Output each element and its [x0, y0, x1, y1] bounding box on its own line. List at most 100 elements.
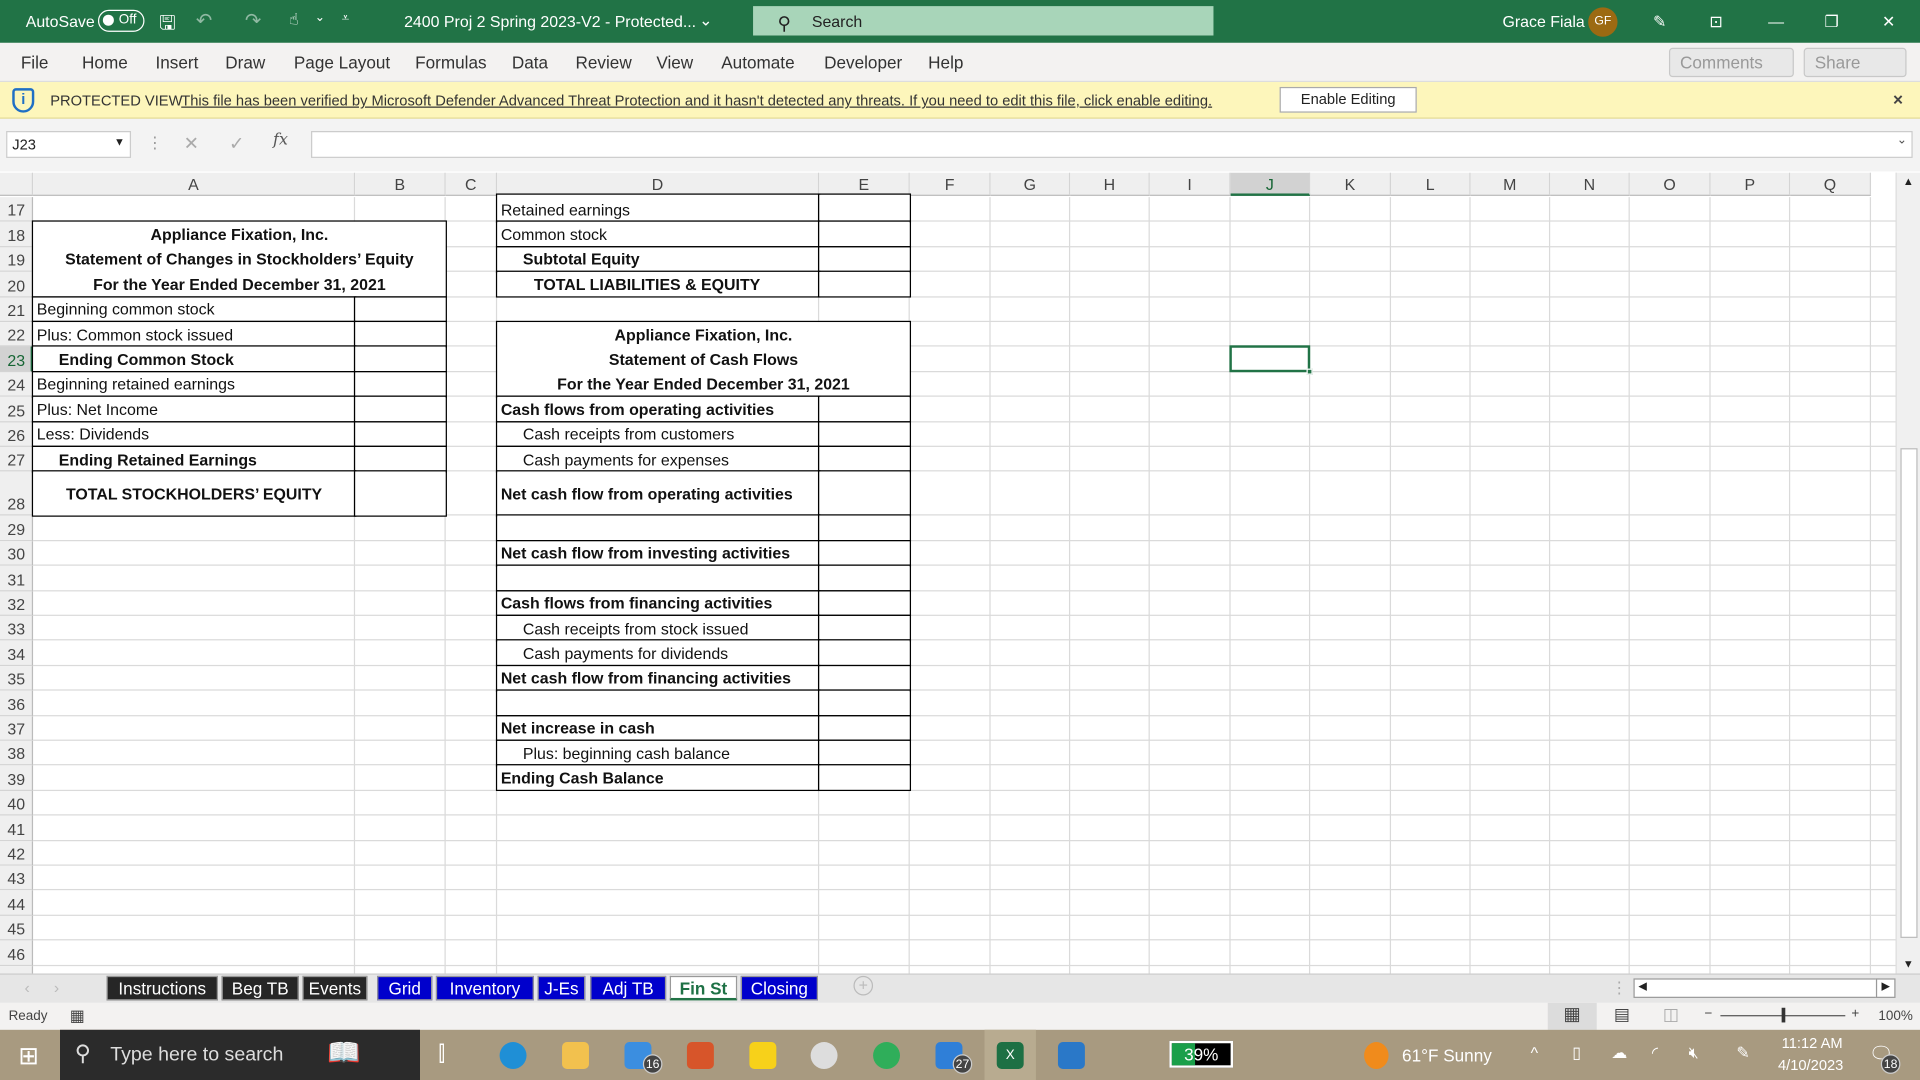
row-header-24[interactable]: 24 — [0, 371, 34, 397]
column-header-L[interactable]: L — [1391, 172, 1471, 196]
sheet-tab-events[interactable]: Events — [302, 975, 368, 1001]
cell-D38[interactable]: Plus: beginning cash balance — [497, 741, 819, 766]
zoom-level[interactable]: 100% — [1878, 1009, 1912, 1024]
cell-D20[interactable]: TOTAL LIABILITIES & EQUITY — [497, 272, 819, 297]
comments-button[interactable]: Comments — [1668, 47, 1794, 78]
row-header-19[interactable]: 19 — [0, 247, 34, 273]
row-header-32[interactable]: 32 — [0, 590, 34, 616]
user-name[interactable]: Grace Fiala — [1502, 12, 1584, 30]
column-header-B[interactable]: B — [355, 172, 446, 196]
title-chevron-icon[interactable]: ⌄ — [699, 11, 712, 31]
spreadsheet-grid[interactable]: A B C D E F G H I J K L M N O P Q 17 18 19 20 21 22 23 24 25 26 27 2… — [0, 172, 1896, 974]
cell-D32[interactable]: Cash flows from financing activities — [497, 591, 819, 616]
row-header-31[interactable]: 31 — [0, 565, 34, 591]
scroll-thumb[interactable] — [1900, 448, 1918, 938]
prev-sheet-icon[interactable]: ‹ — [24, 978, 29, 996]
cell-D37[interactable]: Net increase in cash — [497, 716, 819, 741]
chevron-up-icon[interactable]: ^ — [1531, 1043, 1538, 1061]
row-header-29[interactable]: 29 — [0, 515, 34, 541]
sheet-tab-beg-tb[interactable]: Beg TB — [221, 975, 299, 1001]
cell-D27[interactable]: Cash payments for expenses — [497, 447, 819, 472]
next-sheet-icon[interactable]: › — [54, 978, 59, 996]
sheet-tab-grid[interactable]: Grid — [377, 975, 433, 1001]
row-header-37[interactable]: 37 — [0, 715, 34, 741]
cell-A27[interactable]: Ending Retained Earnings — [33, 447, 355, 472]
zoom-out-icon[interactable]: − — [1704, 1007, 1712, 1022]
splitter-icon[interactable]: ⋮ — [1611, 978, 1627, 998]
avatar[interactable]: GF — [1588, 7, 1618, 37]
close-icon[interactable]: × — [1893, 89, 1903, 109]
cell-A28[interactable]: TOTAL STOCKHOLDERS’ EQUITY — [33, 472, 355, 516]
clock-date[interactable]: 4/10/2023 — [1778, 1057, 1843, 1074]
sheet-tab-inventory[interactable]: Inventory — [435, 975, 534, 1001]
row-header-17[interactable]: 17 — [0, 197, 34, 223]
row-header-21[interactable]: 21 — [0, 297, 34, 323]
row-header-33[interactable]: 33 — [0, 615, 34, 641]
cell-D35[interactable]: Net cash flow from financing activities — [497, 666, 819, 691]
restore-icon[interactable]: ❐ — [1824, 12, 1838, 32]
file-explorer-icon[interactable] — [562, 1042, 589, 1069]
cell-D18[interactable]: Common stock — [497, 222, 819, 247]
menu-tab-automate[interactable]: Automate — [721, 53, 794, 73]
windows-start-icon[interactable]: ⊞ — [18, 1041, 39, 1072]
accessibility-icon[interactable]: ▦ — [70, 1007, 85, 1027]
row-header-41[interactable]: 41 — [0, 815, 34, 841]
row-header-42[interactable]: 42 — [0, 840, 34, 866]
horizontal-scrollbar[interactable]: ◀ — [1633, 978, 1880, 998]
cell-D39[interactable]: Ending Cash Balance — [497, 766, 819, 791]
row-header-18[interactable]: 18 — [0, 222, 34, 248]
ribbon-display-icon[interactable]: ⊡ — [1709, 12, 1722, 32]
row-header-28[interactable]: 28 — [0, 471, 34, 516]
row-header-34[interactable]: 34 — [0, 640, 34, 666]
protected-view-message[interactable]: This file has been verified by Microsoft… — [181, 92, 1212, 109]
enable-editing-button[interactable]: Enable Editing — [1279, 86, 1417, 113]
pen-icon[interactable]: ✎ — [1653, 12, 1666, 32]
enter-icon[interactable]: ✓ — [229, 132, 244, 154]
column-header-Q[interactable]: Q — [1790, 172, 1872, 196]
column-header-A[interactable]: A — [33, 172, 356, 196]
column-header-C[interactable]: C — [445, 172, 498, 196]
page-layout-view-icon[interactable]: ▤ — [1614, 1004, 1630, 1025]
column-header-J[interactable]: J — [1230, 172, 1311, 196]
cell-D22[interactable]: Appliance Fixation, Inc. — [497, 322, 910, 347]
selected-cell[interactable] — [1229, 345, 1313, 375]
expand-formula-icon[interactable]: ⌄ — [1897, 133, 1907, 146]
row-header-23[interactable]: 23 — [0, 347, 34, 372]
row-header-35[interactable]: 35 — [0, 665, 34, 691]
row-header-47[interactable]: 47 — [0, 965, 34, 974]
app-icon[interactable] — [686, 1042, 714, 1069]
task-view-icon[interactable]: ⫿ — [438, 1042, 445, 1066]
menu-tab-home[interactable]: Home — [82, 53, 128, 73]
menu-tab-insert[interactable]: Insert — [156, 53, 199, 73]
row-header-22[interactable]: 22 — [0, 322, 34, 348]
row-header-30[interactable]: 30 — [0, 540, 34, 566]
edge-icon[interactable] — [499, 1042, 527, 1069]
menu-tab-file[interactable]: File — [21, 53, 49, 73]
row-header-39[interactable]: 39 — [0, 765, 34, 791]
page-break-view-icon[interactable]: ◫ — [1663, 1004, 1679, 1025]
share-button[interactable]: Share — [1803, 47, 1907, 78]
meet-icon[interactable]: ▯ — [1572, 1043, 1581, 1063]
menu-tab-draw[interactable]: Draw — [225, 53, 265, 73]
cell-D19[interactable]: Subtotal Equity — [497, 247, 819, 272]
scroll-right-icon[interactable]: ▶ — [1875, 978, 1896, 998]
menu-tab-developer[interactable]: Developer — [824, 53, 902, 73]
autosave-toggle[interactable]: Off — [97, 9, 145, 32]
sheet-tab-instructions[interactable]: Instructions — [106, 975, 218, 1001]
pen-workspace-icon[interactable]: ✎ — [1736, 1043, 1749, 1063]
sticky-notes-icon[interactable] — [749, 1042, 777, 1069]
menu-tab-formulas[interactable]: Formulas — [415, 53, 486, 73]
minimize-icon[interactable]: — — [1768, 12, 1784, 30]
cell-D33[interactable]: Cash receipts from stock issued — [497, 616, 819, 641]
onedrive-error-icon[interactable]: ☁ — [1611, 1043, 1627, 1063]
close-icon[interactable]: ✕ — [1882, 12, 1895, 32]
column-header-H[interactable]: H — [1070, 172, 1150, 196]
menu-tab-review[interactable]: Review — [576, 53, 632, 73]
menu-tab-data[interactable]: Data — [512, 53, 548, 73]
row-header-43[interactable]: 43 — [0, 865, 34, 891]
column-header-M[interactable]: M — [1470, 172, 1551, 196]
column-header-O[interactable]: O — [1629, 172, 1711, 196]
clock-icon[interactable] — [810, 1042, 838, 1069]
undo-icon[interactable]: ↶ — [196, 9, 212, 33]
column-header-G[interactable]: G — [990, 172, 1071, 196]
